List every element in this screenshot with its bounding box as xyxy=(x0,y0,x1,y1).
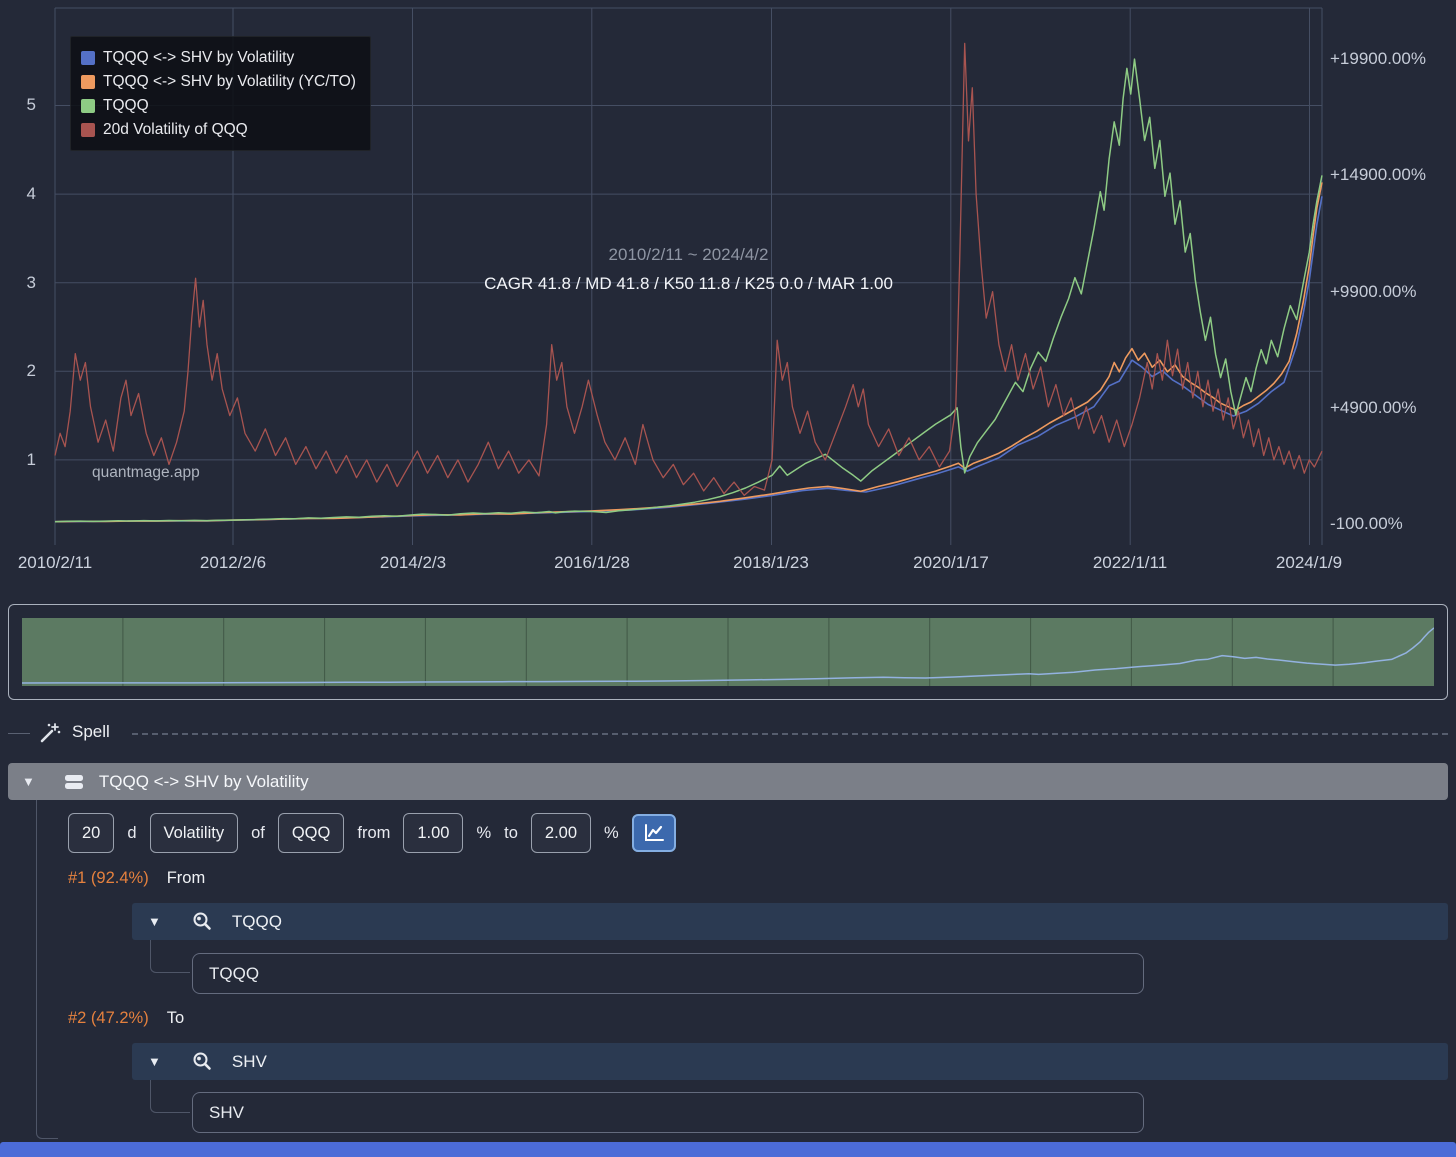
branch-1-tag: #1 (92.4%) xyxy=(68,869,149,887)
spell-rule-left xyxy=(8,733,30,734)
spell-section-header: Spell xyxy=(0,719,1456,747)
x-axis-label: 2016/1/28 xyxy=(554,553,630,572)
x-axis-label: 2018/1/23 xyxy=(733,553,809,572)
asset-2-header[interactable]: ▼ SHV xyxy=(132,1043,1448,1080)
from-value-input[interactable]: 1.00 xyxy=(403,813,464,853)
asset-2-title: SHV xyxy=(231,1051,267,1071)
spell-label: Spell xyxy=(72,722,110,741)
block-title: TQQQ <-> SHV by Volatility xyxy=(98,771,309,791)
chart-date-range: 2010/2/11 ~ 2024/4/2 xyxy=(608,245,769,264)
magnifier-icon xyxy=(192,911,213,932)
x-axis-label: 2022/1/11 xyxy=(1092,553,1168,572)
magic-wand-icon xyxy=(38,721,62,750)
collapse-triangle-icon[interactable]: ▼ xyxy=(22,775,35,788)
branch-1-label: #1 (92.4%) From xyxy=(68,869,205,888)
x-axis-label: 2014/2/3 xyxy=(379,553,447,572)
collapse-triangle-icon[interactable]: ▼ xyxy=(148,1055,161,1068)
legend-item[interactable]: 20d Volatility of QQQ xyxy=(81,118,356,141)
bottom-action-bar[interactable] xyxy=(0,1142,1456,1157)
y-axis-label-left: 1 xyxy=(26,450,36,469)
asset-1-title: TQQQ xyxy=(231,911,282,931)
y-axis-label-left: 3 xyxy=(26,273,36,292)
legend-item[interactable]: TQQQ <-> SHV by Volatility (YC/TO) xyxy=(81,70,356,93)
collapse-triangle-icon[interactable]: ▼ xyxy=(148,915,161,928)
tree-connector-main xyxy=(36,800,58,1139)
window-days-input[interactable]: 20 xyxy=(68,813,115,853)
indicator-chart-button[interactable] xyxy=(631,814,676,852)
condition-row: 20 d Volatility of QQQ from 1.00 % to 2.… xyxy=(68,813,676,853)
branch-1-name: From xyxy=(166,869,206,887)
y-axis-label-left: 5 xyxy=(26,95,36,114)
magnifier-icon xyxy=(192,1051,213,1072)
chart-navigator[interactable] xyxy=(8,604,1448,700)
x-axis-label: 2024/1/9 xyxy=(1275,553,1343,572)
legend-label: 20d Volatility of QQQ xyxy=(103,120,248,138)
legend-label: TQQQ <-> SHV by Volatility xyxy=(103,48,295,66)
spell-rule xyxy=(132,733,1448,735)
symbol-select[interactable]: QQQ xyxy=(277,813,345,853)
y-axis-label-right: +9900.00% xyxy=(1330,282,1417,301)
branch-2-tag: #2 (47.2%) xyxy=(68,1009,149,1027)
legend-label: TQQQ xyxy=(103,96,149,114)
to-label: to xyxy=(504,823,518,842)
watermark: quantmage.app xyxy=(92,464,200,481)
tree-connector-elbow xyxy=(150,1080,190,1113)
x-axis-label: 2020/1/17 xyxy=(913,553,989,572)
indicator-select[interactable]: Volatility xyxy=(149,813,239,853)
branch-2-name: To xyxy=(166,1009,185,1027)
legend-item[interactable]: TQQQ <-> SHV by Volatility xyxy=(81,46,356,69)
y-axis-label-right: +14900.00% xyxy=(1330,165,1426,184)
of-label: of xyxy=(251,823,265,842)
x-axis-label: 2010/2/11 xyxy=(17,553,93,572)
line-chart-icon xyxy=(644,824,664,841)
x-axis-label: 2012/2/6 xyxy=(199,553,267,572)
from-unit-label: % xyxy=(476,823,492,842)
legend-item[interactable]: TQQQ xyxy=(81,94,356,117)
from-label: from xyxy=(357,823,391,842)
chart-stats: CAGR 41.8 / MD 41.8 / K50 11.8 / K25 0.0… xyxy=(484,274,893,293)
tree-connector-elbow xyxy=(150,940,190,973)
legend-swatch xyxy=(81,50,95,65)
asset-1-ticker-input[interactable] xyxy=(192,953,1144,994)
legend-swatch xyxy=(81,122,95,137)
legend-label: TQQQ <-> SHV by Volatility (YC/TO) xyxy=(103,72,356,90)
y-axis-label-left: 2 xyxy=(26,361,36,380)
legend-swatch xyxy=(81,74,95,89)
chart-legend: TQQQ <-> SHV by Volatility TQQQ <-> SHV b… xyxy=(70,36,371,151)
y-axis-label-right: -100.00% xyxy=(1330,514,1403,533)
quantmage-app: TQQQ <-> SHV by Volatility TQQQ <-> SHV b… xyxy=(0,0,1456,1157)
navigator-canvas[interactable] xyxy=(22,618,1434,686)
performance-chart: TQQQ <-> SHV by Volatility TQQQ <-> SHV b… xyxy=(0,0,1456,590)
window-unit-label: d xyxy=(127,823,137,842)
branch-2-label: #2 (47.2%) To xyxy=(68,1009,184,1028)
asset-2-ticker-input[interactable] xyxy=(192,1092,1144,1133)
legend-swatch xyxy=(81,98,95,113)
y-axis-label-right: +4900.00% xyxy=(1330,398,1417,417)
to-value-input[interactable]: 2.00 xyxy=(530,813,592,853)
to-unit-label: % xyxy=(604,823,619,842)
spell-block-header[interactable]: ▼ TQQQ <-> SHV by Volatility xyxy=(8,763,1448,800)
y-axis-label-left: 4 xyxy=(26,184,36,203)
stacked-cards-icon xyxy=(63,772,85,792)
asset-1-header[interactable]: ▼ TQQQ xyxy=(132,903,1448,940)
y-axis-label-right: +19900.00% xyxy=(1330,49,1426,68)
